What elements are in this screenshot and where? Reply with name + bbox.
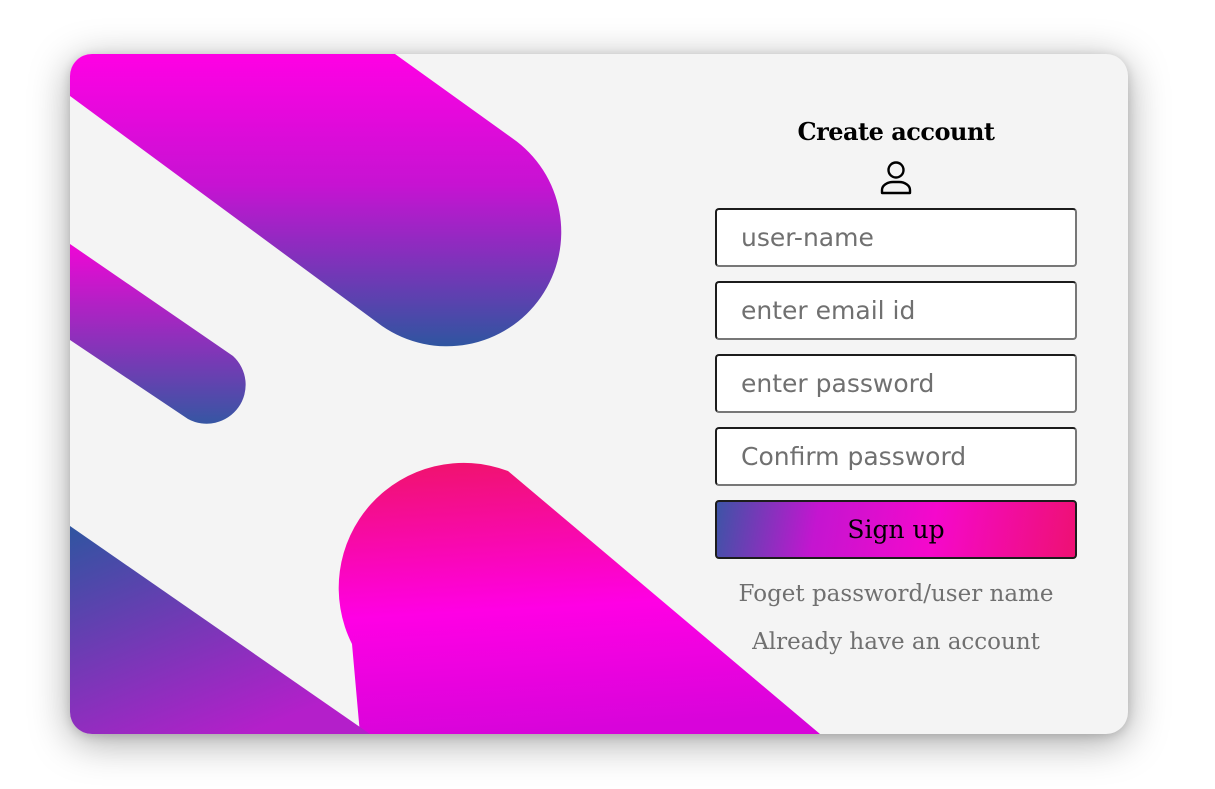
user-icon (880, 161, 912, 195)
already-have-account-link[interactable]: Already have an account (715, 627, 1077, 657)
password-input[interactable] (715, 354, 1077, 413)
left-gradient-bar (70, 244, 246, 424)
username-input[interactable] (715, 208, 1077, 267)
signup-card: Create account Sign up Foget password/us… (70, 54, 1128, 734)
confirm-password-input[interactable] (715, 427, 1077, 486)
sign-up-button[interactable]: Sign up (715, 500, 1077, 559)
forgot-password-link[interactable]: Foget password/user name (715, 579, 1077, 609)
form-title: Create account (797, 117, 995, 146)
signup-form: Create account Sign up Foget password/us… (715, 114, 1077, 657)
bottom-left-gradient-shape (70, 526, 370, 734)
email-input[interactable] (715, 281, 1077, 340)
